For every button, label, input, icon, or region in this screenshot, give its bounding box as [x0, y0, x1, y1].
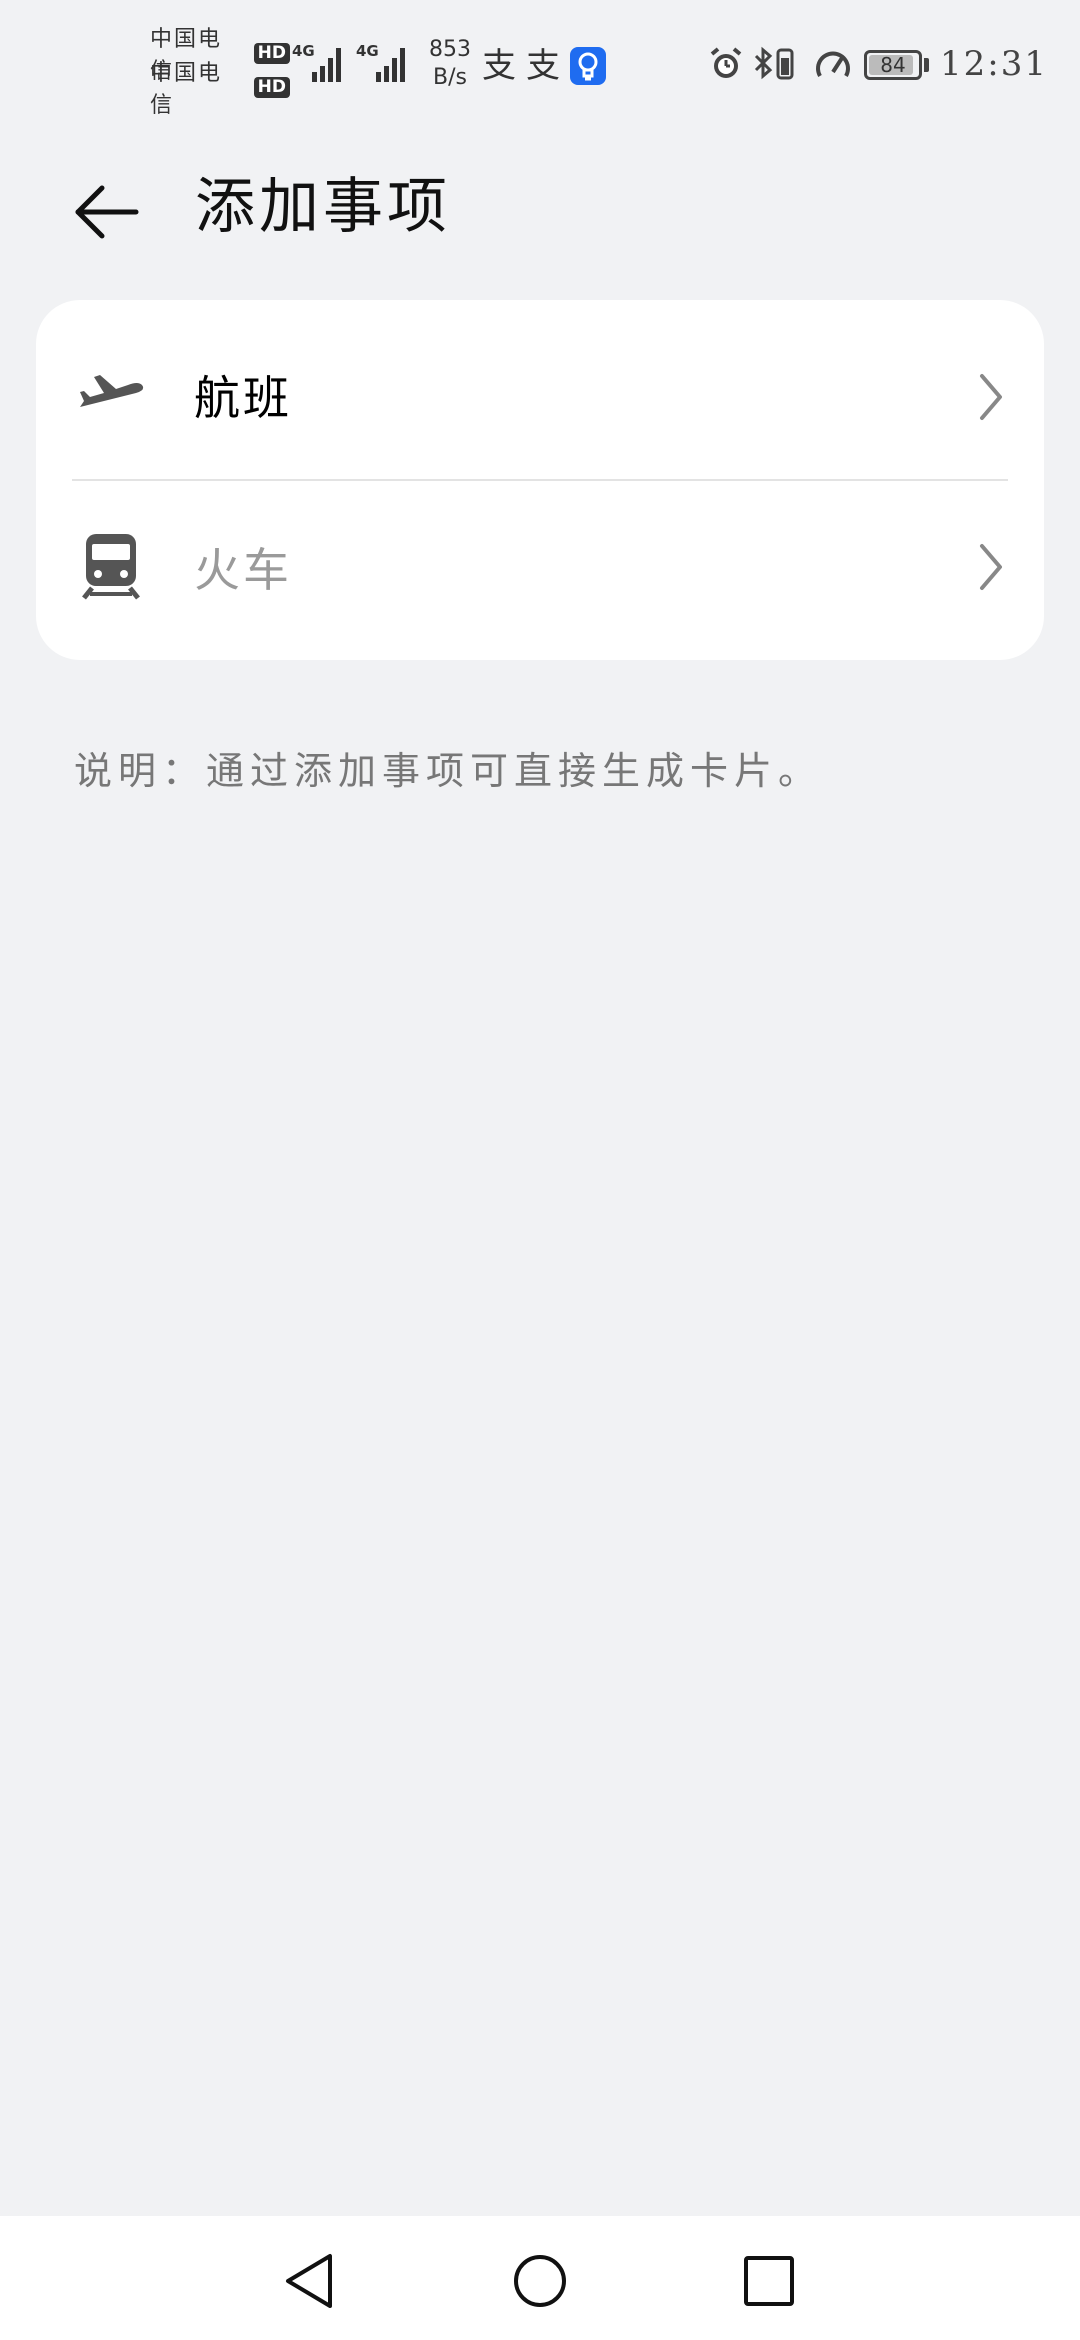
- carrier-row-2: 中国电信 HD: [150, 61, 290, 118]
- carrier-name-2: 中国电信: [150, 61, 223, 118]
- speed-value: 853: [429, 37, 471, 62]
- page-title: 添加事项: [195, 172, 451, 242]
- train-label: 火车: [194, 543, 292, 597]
- speed-unit: B/s: [433, 65, 467, 90]
- network-type-1: 4G: [292, 42, 315, 60]
- nav-home-button[interactable]: [505, 2246, 575, 2316]
- square-recents-icon: [744, 2256, 794, 2306]
- lightbulb-icon: [570, 47, 606, 85]
- back-arrow-icon: [75, 185, 139, 239]
- triangle-back-icon: [286, 2254, 332, 2308]
- hd-badge-1: HD: [253, 42, 290, 64]
- bluetooth-battery-icon: [754, 46, 794, 80]
- airplane-icon: [80, 375, 144, 407]
- network-speed: 853 B/s: [420, 36, 480, 92]
- chevron-right-icon: [980, 374, 1002, 420]
- description-note: 说明：通过添加事项可直接生成卡片。: [74, 749, 823, 793]
- alarm-icon: [710, 47, 742, 78]
- back-button[interactable]: [70, 160, 150, 240]
- battery-level: 84: [880, 53, 906, 77]
- screen: 中国电信 HD 中国电信 HD 4G 4G 853 B/s 支 支 84 12:…: [0, 0, 1080, 2340]
- network-type-2: 4G: [356, 42, 379, 60]
- nav-recents-button[interactable]: [734, 2246, 804, 2316]
- battery-tip: [924, 58, 929, 72]
- battery-icon: 84: [864, 50, 922, 80]
- clock: 12:31: [940, 44, 1048, 84]
- signal-icon-2: 4G: [356, 42, 412, 84]
- list-item-train[interactable]: 火车: [36, 482, 1044, 652]
- carrier-info: 中国电信 HD 中国电信 HD: [150, 27, 290, 118]
- hd-badge-2: HD: [253, 76, 290, 98]
- alipay-icon-2: 支: [526, 46, 560, 86]
- divider: [72, 479, 1008, 481]
- list-item-flight[interactable]: 航班: [36, 300, 1044, 470]
- chevron-right-icon: [980, 544, 1002, 590]
- flight-label: 航班: [194, 371, 292, 425]
- nav-back-button[interactable]: [274, 2246, 344, 2316]
- header: 添加事项: [0, 140, 1080, 250]
- status-bar: 中国电信 HD 中国电信 HD 4G 4G 853 B/s 支 支 84 12:…: [0, 0, 1080, 130]
- train-icon: [82, 534, 140, 600]
- signal-icon-1: 4G: [292, 42, 348, 84]
- alipay-icon-1: 支: [482, 46, 516, 86]
- item-type-card: 航班 火车: [36, 300, 1044, 660]
- system-nav-bar: [0, 2216, 1080, 2340]
- circle-home-icon: [514, 2255, 566, 2307]
- speedometer-icon: [816, 51, 850, 77]
